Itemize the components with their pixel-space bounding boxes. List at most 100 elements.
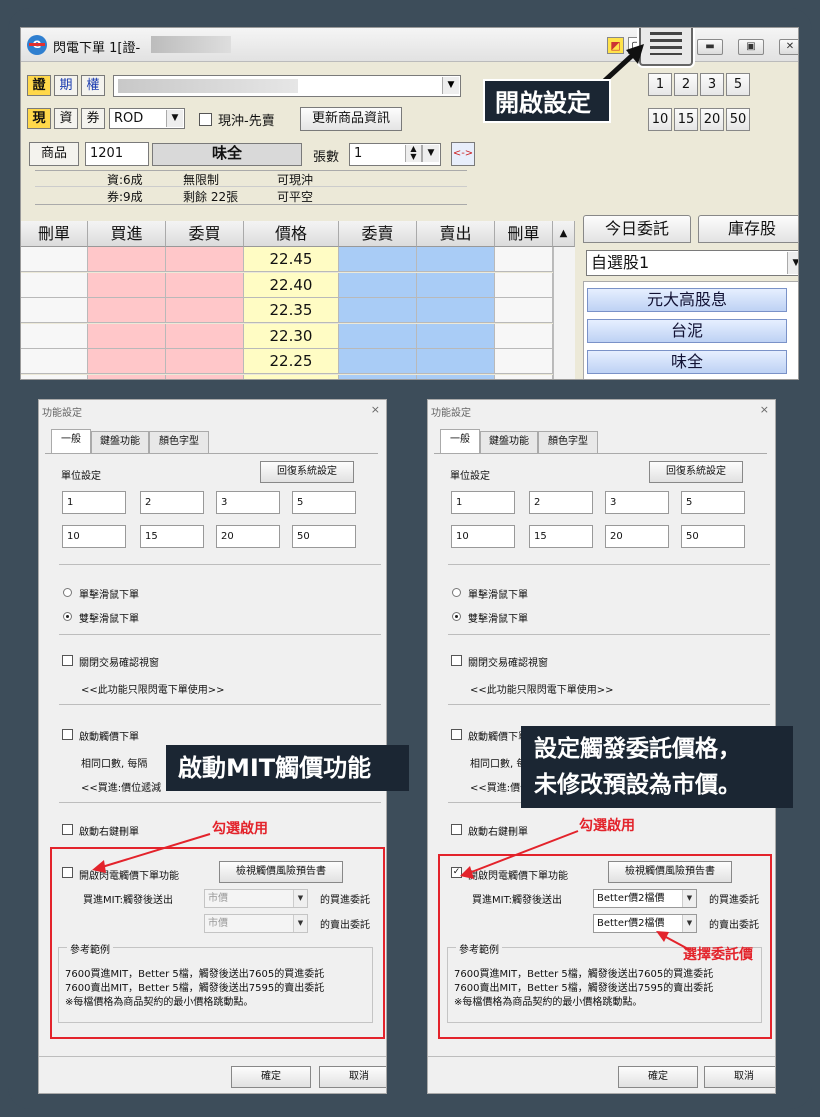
sell-cell[interactable] <box>417 374 495 379</box>
buy-cell[interactable] <box>88 349 166 374</box>
close-button[interactable]: ✕ <box>779 39 798 55</box>
restore-default-button[interactable]: 回復系統設定 <box>260 461 354 483</box>
buy-cell[interactable] <box>88 272 166 298</box>
unit-input-7[interactable]: 20 <box>605 525 669 548</box>
swap-icon[interactable]: <-> <box>451 142 475 166</box>
tab-general[interactable]: 一般 <box>51 429 91 453</box>
minimize-button[interactable]: ▬ <box>697 39 723 55</box>
bid-cell[interactable] <box>166 349 244 374</box>
delete-sell-cell[interactable] <box>495 247 553 272</box>
spinner-icon[interactable]: ▲ ▼ <box>405 145 422 162</box>
tab-options[interactable]: 權 <box>81 75 105 96</box>
delete-sell-cell[interactable] <box>495 374 553 379</box>
watchlist-select[interactable]: 自選股1 ▼ <box>586 250 798 276</box>
tab-inventory[interactable]: 庫存股 <box>698 215 798 243</box>
tab-color-font[interactable]: 顏色字型 <box>538 431 598 453</box>
unit-input-4[interactable]: 5 <box>292 491 356 514</box>
stock-item-0050[interactable]: 元大高股息 <box>587 288 787 312</box>
tab-color-font[interactable]: 顏色字型 <box>149 431 209 453</box>
delete-buy-cell[interactable] <box>21 323 88 349</box>
tab-today-orders[interactable]: 今日委託 <box>583 215 691 243</box>
ok-button[interactable]: 確定 <box>618 1066 698 1088</box>
radio-single-click[interactable] <box>63 588 72 597</box>
touch-order-checkbox[interactable] <box>451 729 462 740</box>
unit-input-8[interactable]: 50 <box>681 525 745 548</box>
bid-cell[interactable] <box>166 298 244 323</box>
touch-order-checkbox[interactable] <box>62 729 73 740</box>
tab-stock[interactable]: 證 <box>27 75 51 96</box>
price-cell[interactable]: 22.35 <box>244 298 339 323</box>
sell-cell[interactable] <box>417 323 495 349</box>
tab-futures[interactable]: 期 <box>54 75 78 96</box>
radio-single-click[interactable] <box>452 588 461 597</box>
unit-input-5[interactable]: 10 <box>62 525 126 548</box>
product-button[interactable]: 商品 <box>29 142 79 166</box>
account-select[interactable]: ▼ <box>113 75 461 97</box>
unit-input-6[interactable]: 15 <box>140 525 204 548</box>
qty-btn-5[interactable]: 5 <box>726 73 750 96</box>
buy-cell[interactable] <box>88 374 166 379</box>
ask-cell[interactable] <box>339 298 417 323</box>
qty-btn-15[interactable]: 15 <box>674 108 698 131</box>
unit-input-7[interactable]: 20 <box>216 525 280 548</box>
tab-short[interactable]: 券 <box>81 108 105 129</box>
product-code-input[interactable]: 1201 <box>85 142 149 166</box>
scrollbar[interactable] <box>553 247 575 379</box>
ask-cell[interactable] <box>339 272 417 298</box>
scroll-up-icon[interactable]: ▲ <box>553 221 575 247</box>
sell-cell[interactable] <box>417 247 495 272</box>
price-cell[interactable]: 22.45 <box>244 247 339 272</box>
close-confirm-checkbox[interactable] <box>62 655 73 666</box>
qty-btn-50[interactable]: 50 <box>726 108 750 131</box>
bid-cell[interactable] <box>166 323 244 349</box>
delete-sell-cell[interactable] <box>495 298 553 323</box>
ask-cell[interactable] <box>339 247 417 272</box>
bid-cell[interactable] <box>166 272 244 298</box>
cancel-button[interactable]: 取消 <box>704 1066 775 1088</box>
update-product-button[interactable]: 更新商品資訊 <box>300 107 402 131</box>
ok-button[interactable]: 確定 <box>231 1066 311 1088</box>
ask-cell[interactable] <box>339 323 417 349</box>
qty-btn-20[interactable]: 20 <box>700 108 724 131</box>
qty-btn-1[interactable]: 1 <box>648 73 672 96</box>
buy-cell[interactable] <box>88 298 166 323</box>
radio-double-click[interactable] <box>452 612 461 621</box>
maximize-button[interactable]: ▣ <box>738 39 764 55</box>
close-icon[interactable]: × <box>371 403 380 416</box>
qty-btn-10[interactable]: 10 <box>648 108 672 131</box>
unit-input-5[interactable]: 10 <box>451 525 515 548</box>
cancel-button[interactable]: 取消 <box>319 1066 386 1088</box>
unit-input-6[interactable]: 15 <box>529 525 593 548</box>
tab-margin[interactable]: 資 <box>54 108 78 129</box>
sell-cell[interactable] <box>417 298 495 323</box>
close-icon[interactable]: × <box>760 403 769 416</box>
delete-buy-cell[interactable] <box>21 349 88 374</box>
unit-input-1[interactable]: 1 <box>451 491 515 514</box>
price-cell[interactable]: 22.20 <box>244 374 339 379</box>
qty-btn-3[interactable]: 3 <box>700 73 724 96</box>
tab-cash[interactable]: 現 <box>27 108 51 129</box>
unit-input-3[interactable]: 3 <box>216 491 280 514</box>
bid-cell[interactable] <box>166 374 244 379</box>
sell-cell[interactable] <box>417 272 495 298</box>
bid-cell[interactable] <box>166 247 244 272</box>
close-confirm-checkbox[interactable] <box>451 655 462 666</box>
unit-input-4[interactable]: 5 <box>681 491 745 514</box>
buy-cell[interactable] <box>88 247 166 272</box>
unit-input-1[interactable]: 1 <box>62 491 126 514</box>
unit-input-8[interactable]: 50 <box>292 525 356 548</box>
buy-cell[interactable] <box>88 323 166 349</box>
ask-cell[interactable] <box>339 349 417 374</box>
restore-default-button[interactable]: 回復系統設定 <box>649 461 743 483</box>
radio-double-click[interactable] <box>63 612 72 621</box>
unit-input-3[interactable]: 3 <box>605 491 669 514</box>
delete-sell-cell[interactable] <box>495 272 553 298</box>
delete-buy-cell[interactable] <box>21 374 88 379</box>
unit-input-2[interactable]: 2 <box>529 491 593 514</box>
ask-cell[interactable] <box>339 374 417 379</box>
delete-sell-cell[interactable] <box>495 323 553 349</box>
sell-cell[interactable] <box>417 349 495 374</box>
tab-keyboard[interactable]: 鍵盤功能 <box>480 431 538 453</box>
price-cell[interactable]: 22.30 <box>244 323 339 349</box>
qty-btn-2[interactable]: 2 <box>674 73 698 96</box>
